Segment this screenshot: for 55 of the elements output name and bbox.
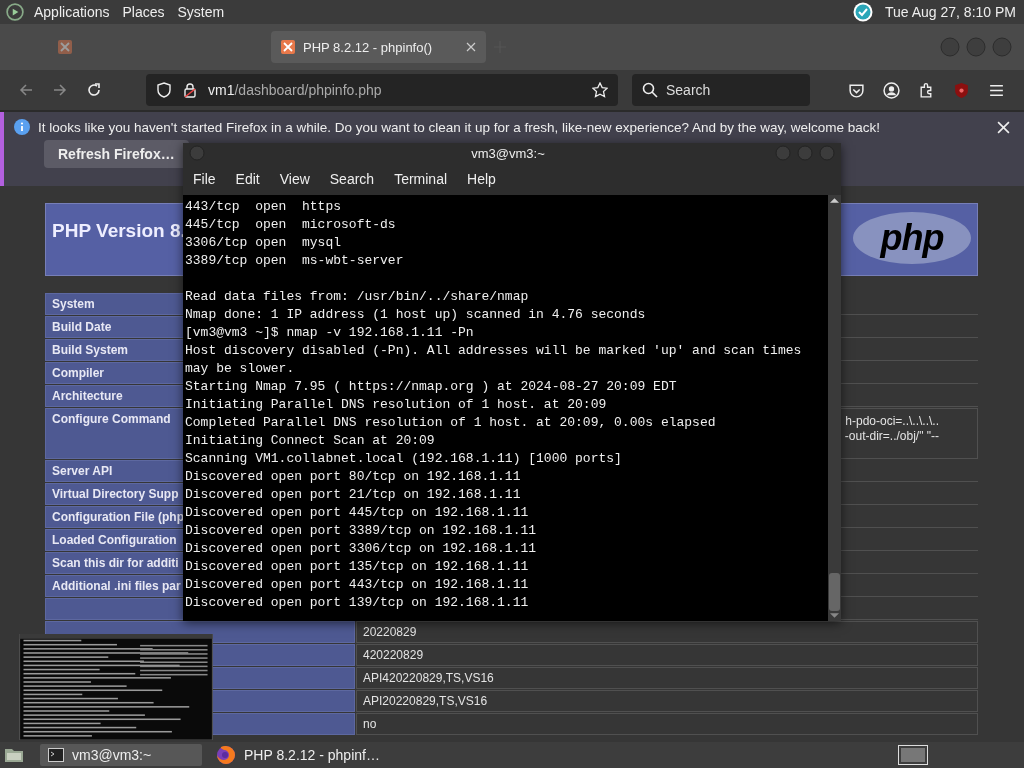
close-icon[interactable]: [997, 120, 1010, 134]
php-logo: php: [853, 212, 971, 264]
scrollbar-thumb[interactable]: [829, 573, 840, 611]
table-value-cell: API420220829,TS,VS16: [356, 667, 978, 689]
terminal-menu[interactable]: Search: [329, 171, 375, 187]
shield-extension-icon[interactable]: [953, 81, 970, 99]
terminal-line: 445/tcp open microsoft-ds: [185, 216, 397, 234]
terminal-menu[interactable]: Terminal: [394, 171, 448, 187]
scroll-down-icon[interactable]: [830, 613, 839, 619]
terminal-line: 3306/tcp open mysql: [185, 234, 343, 252]
search-field[interactable]: Search: [632, 74, 810, 106]
window-title: vm3@vm3:~: [470, 145, 546, 161]
file-manager-icon[interactable]: [4, 747, 24, 763]
reload-icon[interactable]: [86, 82, 102, 98]
search-icon: [642, 82, 658, 98]
address-bar[interactable]: vm1/dashboard/phpinfo.php: [146, 74, 618, 106]
account-icon[interactable]: [883, 81, 900, 99]
terminal-menu[interactable]: Help: [467, 171, 496, 187]
terminal-menu[interactable]: File: [193, 171, 216, 187]
shield-icon[interactable]: [156, 82, 172, 98]
page-title: PHP Version 8.: [52, 220, 186, 242]
panel-menu[interactable]: Applications: [34, 4, 110, 20]
refresh-button[interactable]: Refresh Firefox…: [44, 140, 189, 168]
firefox-icon: [216, 745, 236, 765]
bookmark-star-icon[interactable]: [592, 82, 608, 98]
favicon-icon: [58, 40, 72, 54]
table-value-cell: no: [356, 713, 978, 735]
browser-tab[interactable]: PHP 8.2.12 - phpinfo(): [271, 31, 486, 63]
pocket-icon[interactable]: [848, 81, 865, 99]
table-value-cell: API20220829,TS,VS16: [356, 690, 978, 712]
panel-menu[interactable]: Places: [122, 4, 165, 20]
scrollbar[interactable]: [828, 195, 841, 621]
favicon-icon: [281, 40, 295, 54]
back-icon[interactable]: [18, 82, 34, 98]
taskbar-button[interactable]: vm3@vm3:~: [40, 744, 202, 766]
url-text: vm1/dashboard/phpinfo.php: [208, 82, 383, 98]
close-tab-icon[interactable]: [466, 42, 476, 52]
forward-icon[interactable]: [52, 82, 68, 98]
taskbar-button[interactable]: PHP 8.2.12 - phpinf…: [208, 744, 388, 766]
terminal-line: 3389/tcp open ms-wbt-server: [185, 252, 405, 270]
clock[interactable]: Tue Aug 27, 8:10 PM: [885, 4, 1016, 20]
terminal-menu[interactable]: Edit: [235, 171, 260, 187]
info-icon: [14, 119, 30, 135]
terminal-menu[interactable]: View: [279, 171, 310, 187]
terminal-line: Discovered open port 139/tcp on 192.168.1.11: [185, 594, 530, 612]
terminal-icon: [48, 748, 64, 762]
lock-icon[interactable]: [182, 82, 198, 98]
panel-menu[interactable]: System: [177, 4, 225, 20]
update-icon[interactable]: [853, 2, 873, 22]
notification-message: It looks like you haven't started Firefox in a while. Do you want to clean it up for a fresh, like-new experience? And by the way, welcome back!: [38, 119, 881, 135]
distro-logo-icon[interactable]: [6, 3, 24, 21]
table-value-cell: 420220829: [356, 644, 978, 666]
table-value-cell: 20220829: [356, 621, 978, 643]
terminal-line: 443/tcp open https: [185, 198, 343, 216]
workspace-switcher[interactable]: [898, 745, 928, 765]
